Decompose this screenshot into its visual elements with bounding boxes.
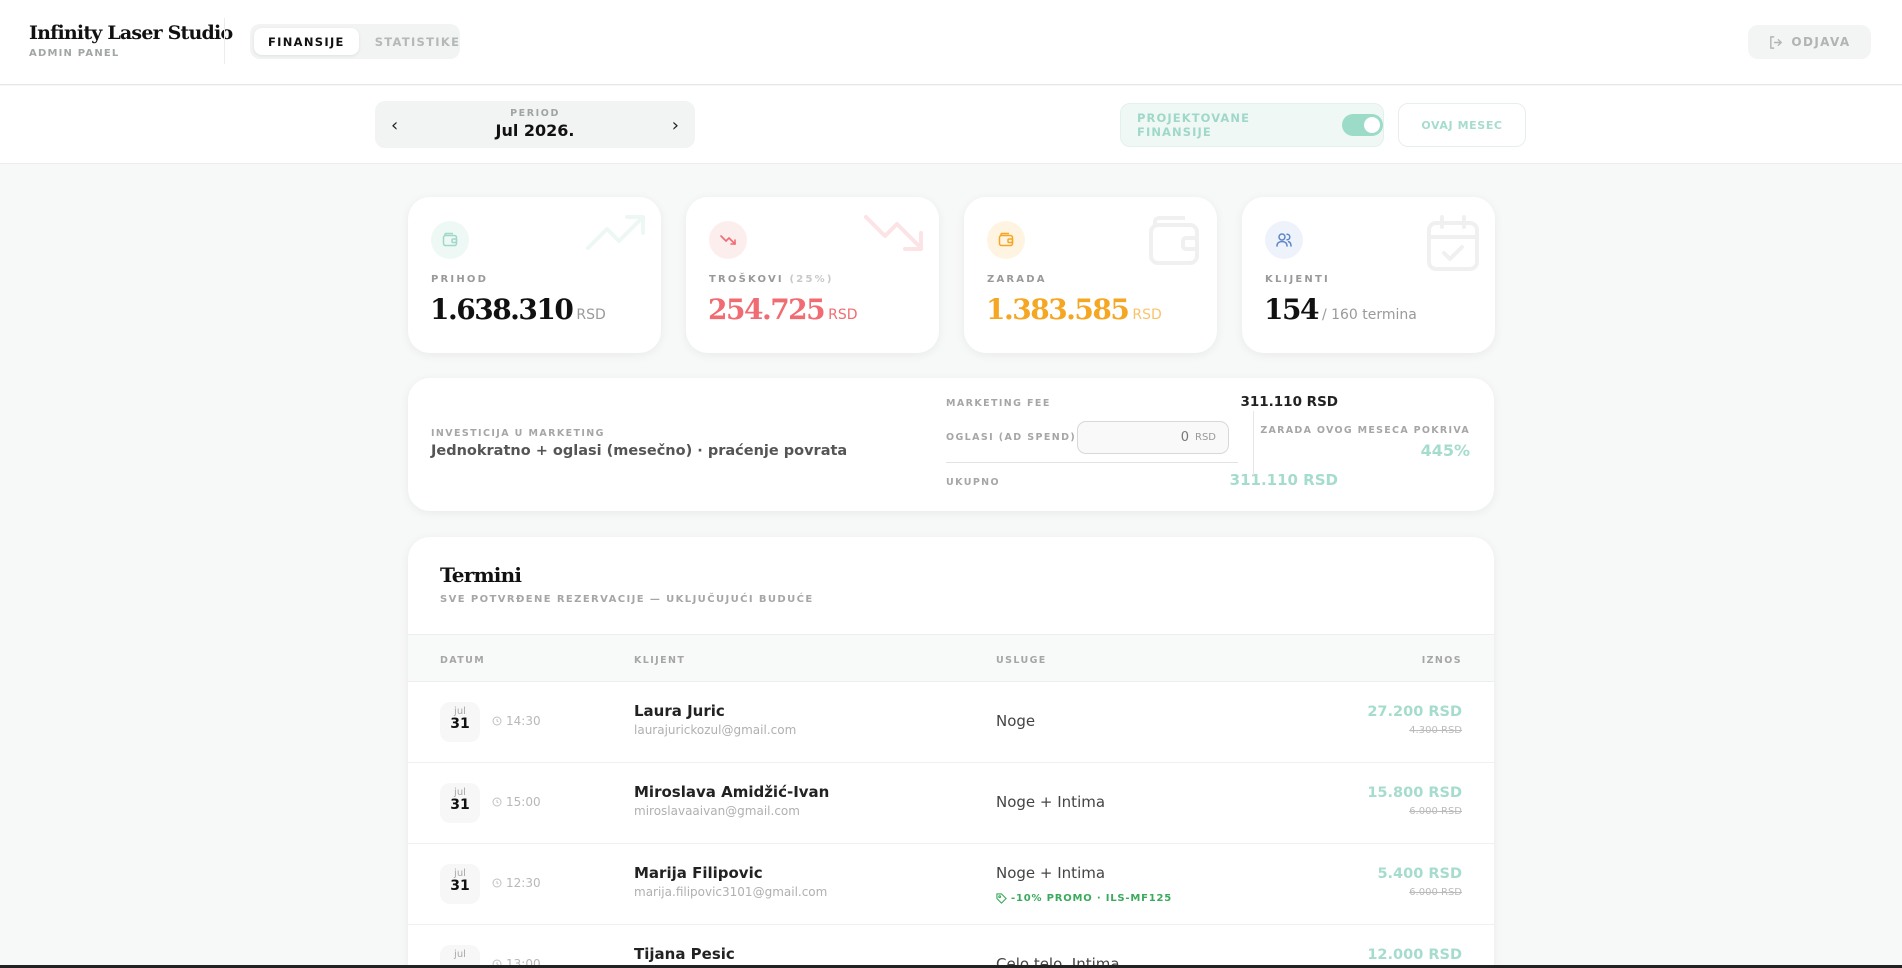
stat-label: PRIHOD bbox=[431, 274, 489, 285]
stat-label: KLIJENTI bbox=[1265, 274, 1330, 285]
logout-label: ODJAVA bbox=[1791, 35, 1851, 49]
amount: 5.400 RSD bbox=[1377, 866, 1462, 882]
marketing-title: Jednokratno + oglasi (mesečno) · praćenj… bbox=[431, 443, 848, 459]
toggle-switch[interactable] bbox=[1341, 114, 1383, 136]
total-value: 311.110 RSD bbox=[1229, 471, 1338, 489]
stat-value: 1.638.310 RSD bbox=[430, 293, 606, 326]
client-name: Marija Filipovic bbox=[634, 864, 763, 882]
tag-icon bbox=[996, 893, 1007, 904]
client-email: miroslavaaivan@gmail.com bbox=[634, 804, 800, 818]
adspend-input[interactable]: 0 RSD bbox=[1077, 421, 1229, 454]
divider bbox=[1253, 411, 1254, 475]
tab-finansije[interactable]: FINANSIJE bbox=[254, 28, 359, 55]
table-row[interactable]: jul 31 15:00 Miroslava Amidžić-Ivan miros… bbox=[408, 763, 1494, 844]
client-email: marija.filipovic3101@gmail.com bbox=[634, 885, 828, 899]
amount: 12.000 RSD bbox=[1367, 947, 1462, 963]
client-email: laurajurickozul@gmail.com bbox=[634, 723, 797, 737]
service: Noge bbox=[996, 712, 1036, 730]
old-amount: 6.000 RSD bbox=[1409, 806, 1462, 817]
amount: 27.200 RSD bbox=[1367, 704, 1462, 720]
old-amount: 4.300 RSD bbox=[1409, 725, 1462, 736]
coverage-value: 445% bbox=[1420, 441, 1470, 460]
next-period-icon[interactable]: › bbox=[672, 115, 679, 136]
stat-card-klijenti: KLIJENTI 154/ 160 termina bbox=[1242, 197, 1495, 353]
logout-button[interactable]: ODJAVA bbox=[1748, 25, 1871, 59]
column-header-amount: IZNOS bbox=[1421, 655, 1462, 666]
calendar-check-icon bbox=[1425, 213, 1481, 277]
stat-card-troskovi: TROŠKOVI (25%) 254.725 RSD bbox=[686, 197, 939, 353]
period-selector: ‹ PERIOD Jul 2026. › bbox=[375, 101, 695, 148]
wallet-icon bbox=[987, 221, 1025, 259]
time: 15:00 bbox=[492, 795, 541, 809]
tab-statistike[interactable]: STATISTIKE bbox=[361, 28, 475, 55]
table-row[interactable]: jul 31 14:30 Laura Juric laurajurickozul@… bbox=[408, 682, 1494, 763]
table-row[interactable]: jul 13:00 Tijana Pesic Celo telo, Intima… bbox=[408, 925, 1494, 968]
tab-bar: FINANSIJE STATISTIKE bbox=[250, 24, 460, 59]
marketing-card: INVESTICIJA U MARKETING Jednokratno + og… bbox=[408, 378, 1494, 511]
divider bbox=[946, 462, 1238, 463]
clock-icon bbox=[492, 716, 502, 726]
appointments-subtitle: SVE POTVRĐENE REZERVACIJE — UKLJUČUJUĆI … bbox=[440, 594, 814, 605]
this-month-button[interactable]: OVAJ MESEC bbox=[1398, 103, 1526, 147]
table-row[interactable]: jul 31 12:30 Marija Filipovic marija.fili… bbox=[408, 844, 1494, 925]
brand: Infinity Laser Studio ADMIN PANEL bbox=[29, 22, 233, 59]
coverage-label: ZARADA OVOG MESECA POKRIVA bbox=[1260, 425, 1470, 436]
clock-icon bbox=[492, 797, 502, 807]
service: Noge + Intima bbox=[996, 793, 1106, 811]
marketing-fee-value: 311.110 RSD bbox=[1240, 394, 1338, 410]
stat-value: 1.383.585 RSD bbox=[986, 293, 1162, 326]
time: 14:30 bbox=[492, 714, 541, 728]
time: 12:30 bbox=[492, 876, 541, 890]
promo-badge: -10% PROMO · ILS-MF125 bbox=[996, 893, 1172, 904]
trending-up-icon bbox=[585, 213, 647, 257]
marketing-fee-label: MARKETING FEE bbox=[946, 398, 1051, 409]
stat-value: 254.725 RSD bbox=[708, 293, 858, 326]
date-badge: jul 31 bbox=[440, 864, 480, 904]
divider bbox=[224, 18, 225, 64]
appointments-card: Termini SVE POTVRĐENE REZERVACIJE — UKLJ… bbox=[408, 537, 1494, 968]
amount: 15.800 RSD bbox=[1367, 785, 1462, 801]
date-badge: jul 31 bbox=[440, 783, 480, 823]
wallet-icon bbox=[1147, 213, 1203, 273]
client-name: Miroslava Amidžić-Ivan bbox=[634, 783, 830, 801]
projected-finance-toggle[interactable]: PROJEKTOVANE FINANSIJE bbox=[1120, 103, 1384, 147]
stat-label: TROŠKOVI (25%) bbox=[709, 274, 834, 285]
clock-icon bbox=[492, 878, 502, 888]
period-label: PERIOD bbox=[510, 108, 560, 119]
stat-label: ZARADA bbox=[987, 274, 1047, 285]
stat-card-zarada: ZARADA 1.383.585 RSD bbox=[964, 197, 1217, 353]
date-badge: jul 31 bbox=[440, 702, 480, 742]
period-bar: ‹ PERIOD Jul 2026. › PROJEKTOVANE FINANS… bbox=[0, 86, 1902, 164]
column-header-client: KLIJENT bbox=[634, 655, 686, 666]
users-icon bbox=[1265, 221, 1303, 259]
total-label: UKUPNO bbox=[946, 477, 1001, 488]
period-value: Jul 2026. bbox=[495, 121, 575, 140]
stat-card-prihod: PRIHOD 1.638.310 RSD bbox=[408, 197, 661, 353]
client-name: Tijana Pesic bbox=[634, 945, 735, 963]
marketing-label: INVESTICIJA U MARKETING bbox=[431, 428, 605, 439]
trending-down-icon bbox=[863, 213, 925, 257]
old-amount: 6.000 RSD bbox=[1409, 887, 1462, 898]
brand-title: Infinity Laser Studio bbox=[29, 22, 233, 44]
wallet-icon bbox=[431, 221, 469, 259]
adspend-value: 0 bbox=[1180, 430, 1189, 445]
logout-icon bbox=[1770, 35, 1783, 49]
adspend-label: OGLASI (AD SPEND) bbox=[946, 432, 1077, 443]
client-name: Laura Juric bbox=[634, 702, 725, 720]
column-header-services: USLUGE bbox=[996, 655, 1047, 666]
column-header-date: DATUM bbox=[440, 655, 486, 666]
brand-subtitle: ADMIN PANEL bbox=[29, 48, 120, 59]
service: Noge + Intima bbox=[996, 864, 1106, 882]
table-header: DATUM KLIJENT USLUGE IZNOS bbox=[408, 634, 1494, 682]
stat-value: 154/ 160 termina bbox=[1264, 293, 1417, 326]
top-bar: Infinity Laser Studio ADMIN PANEL FINANS… bbox=[0, 0, 1902, 85]
trending-down-icon bbox=[709, 221, 747, 259]
projected-finance-label: PROJEKTOVANE FINANSIJE bbox=[1137, 111, 1251, 139]
appointments-title: Termini bbox=[440, 563, 522, 587]
adspend-unit: RSD bbox=[1195, 432, 1216, 443]
